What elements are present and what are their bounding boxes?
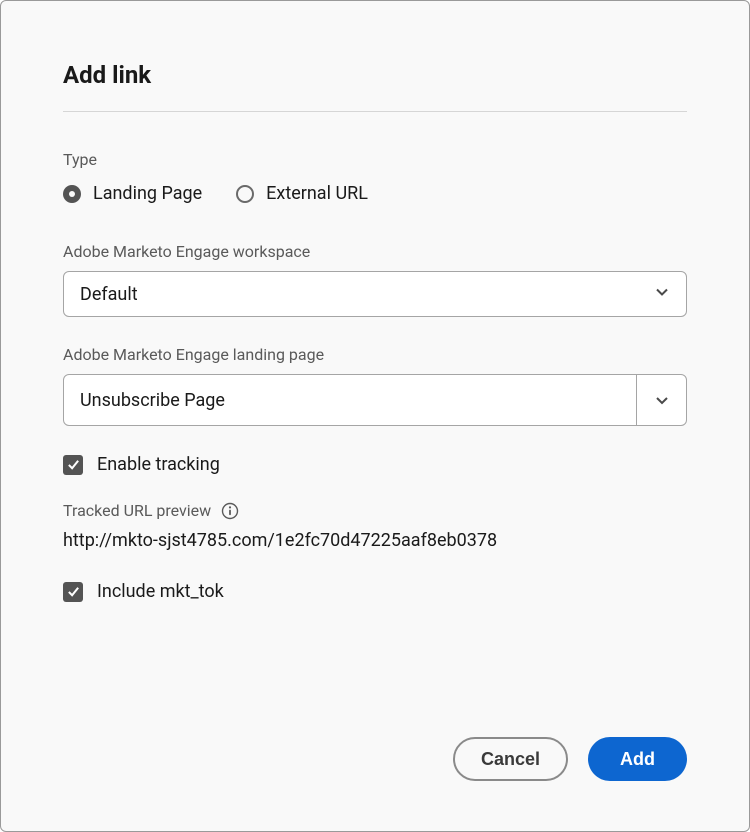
type-label: Type [63, 150, 687, 169]
divider [63, 111, 687, 112]
cancel-button[interactable]: Cancel [453, 737, 568, 781]
checkmark-icon [67, 585, 80, 598]
include-mkt-tok-checkbox[interactable] [63, 582, 83, 602]
radio-selected-icon [63, 185, 81, 203]
add-button[interactable]: Add [588, 737, 687, 781]
info-icon[interactable] [221, 502, 239, 520]
checkmark-icon [67, 458, 80, 471]
workspace-select[interactable]: Default [63, 271, 687, 317]
landing-page-label: Adobe Marketo Engage landing page [63, 345, 687, 364]
dialog-footer: Cancel Add [453, 737, 687, 781]
radio-external-url-label: External URL [266, 183, 368, 204]
enable-tracking-label: Enable tracking [97, 454, 220, 475]
include-mkt-tok-label: Include mkt_tok [97, 581, 224, 602]
workspace-value: Default [80, 284, 138, 305]
radio-landing-page[interactable]: Landing Page [63, 183, 202, 204]
tracked-url-preview-row: Tracked URL preview [63, 501, 687, 520]
enable-tracking-checkbox[interactable] [63, 455, 83, 475]
tracked-url-preview-label: Tracked URL preview [63, 501, 211, 520]
radio-unselected-icon [236, 185, 254, 203]
tracked-url-preview-value: http://mkto-sjst4785.com/1e2fc70d47225aa… [63, 530, 687, 551]
landing-page-select[interactable]: Unsubscribe Page [63, 374, 687, 426]
chevron-down-icon [654, 284, 670, 305]
enable-tracking-row: Enable tracking [63, 454, 687, 475]
type-radio-group: Landing Page External URL [63, 183, 687, 204]
include-mkt-tok-row: Include mkt_tok [63, 581, 687, 602]
dialog-title: Add link [63, 61, 687, 89]
landing-page-value: Unsubscribe Page [80, 390, 225, 411]
chevron-down-icon [636, 375, 686, 425]
workspace-label: Adobe Marketo Engage workspace [63, 242, 687, 261]
radio-external-url[interactable]: External URL [236, 183, 368, 204]
add-link-dialog: Add link Type Landing Page External URL … [0, 0, 750, 832]
radio-landing-page-label: Landing Page [93, 183, 202, 204]
